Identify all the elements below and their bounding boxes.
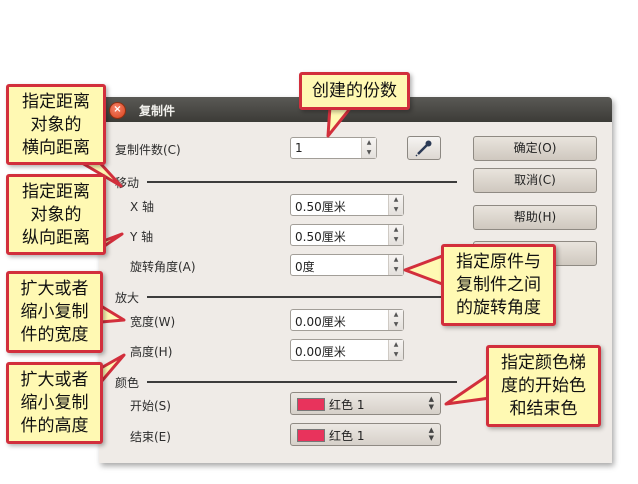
pointer-width <box>99 304 126 324</box>
pointer-angle <box>403 253 447 287</box>
callout-line: 对象的 <box>30 115 82 135</box>
callout-line: 指定距离 <box>22 92 90 112</box>
callout-line: 扩大或者 <box>20 370 89 390</box>
callout-line: 对象的 <box>30 205 82 225</box>
callout-line: 纵向距离 <box>22 228 90 248</box>
callout-width: 扩大或者 缩小复制 件的宽度 <box>6 271 103 353</box>
pointer-height <box>99 353 126 384</box>
callout-line: 的旋转角度 <box>456 298 541 318</box>
callout-line: 度的开始色 <box>501 376 586 396</box>
callout-copies: 创建的份数 <box>299 72 410 110</box>
callout-color: 指定颜色梯 度的开始色 和结束色 <box>486 345 601 427</box>
pointer-color <box>444 372 492 406</box>
callout-copies-text: 创建的份数 <box>312 81 397 101</box>
pointer-copies <box>326 104 354 138</box>
callout-line: 缩小复制 <box>20 302 89 322</box>
callout-angle: 指定原件与 复制件之间 的旋转角度 <box>441 244 556 326</box>
callout-line: 缩小复制 <box>20 393 89 413</box>
callout-line: 指定距离 <box>22 182 90 202</box>
callout-line: 指定颜色梯 <box>501 353 586 373</box>
callout-line: 件的高度 <box>20 416 89 436</box>
callout-line: 横向距离 <box>22 138 90 158</box>
callout-line: 件的宽度 <box>20 325 89 345</box>
callout-y-distance: 指定距离 对象的 纵向距离 <box>6 174 106 255</box>
callout-line: 指定原件与 <box>456 252 541 272</box>
callout-line: 和结束色 <box>509 399 578 419</box>
callout-line: 复制件之间 <box>456 275 541 295</box>
callout-x-distance: 指定距离 对象的 横向距离 <box>6 84 106 165</box>
callout-line: 扩大或者 <box>20 279 89 299</box>
callout-height: 扩大或者 缩小复制 件的高度 <box>6 362 103 444</box>
